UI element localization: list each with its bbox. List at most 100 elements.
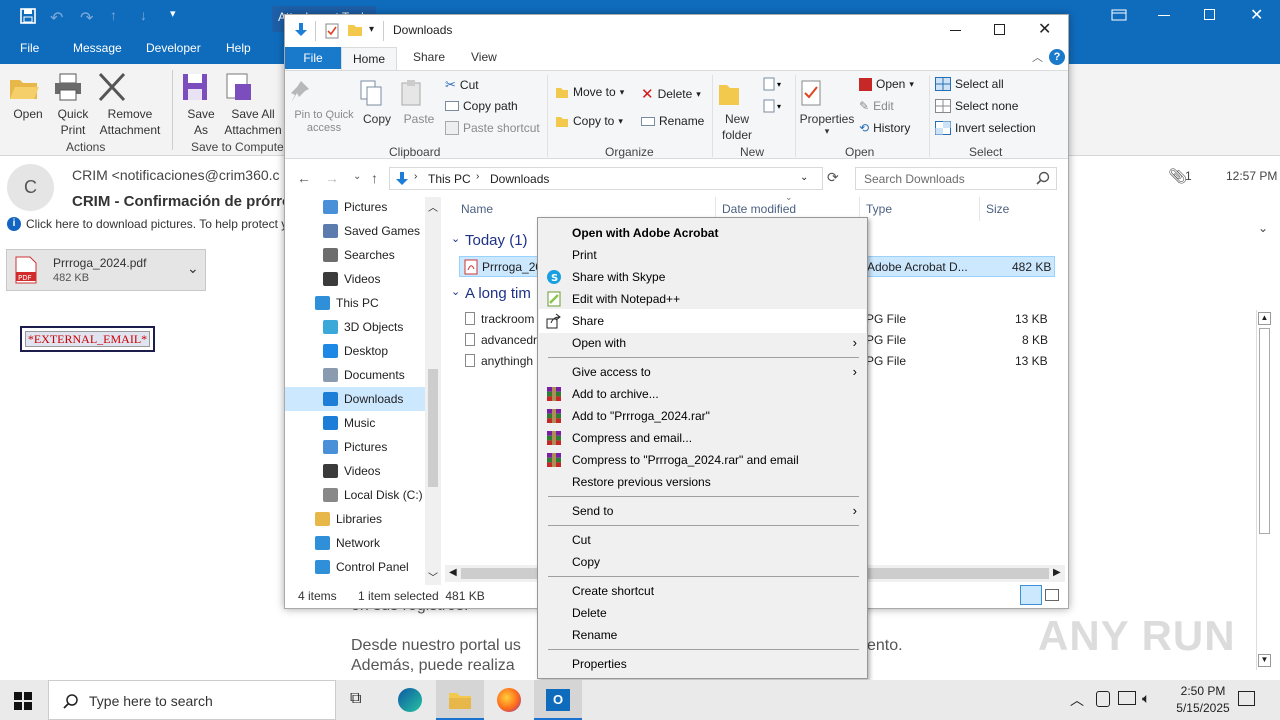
nav-item-videos[interactable]: Videos bbox=[285, 459, 425, 483]
menu-item-restore-previous-versions[interactable]: Restore previous versions bbox=[540, 471, 865, 493]
breadcrumb-downloads[interactable]: Downloads bbox=[490, 172, 549, 186]
network-icon[interactable] bbox=[1118, 691, 1136, 705]
open-button[interactable]: Open ▾ bbox=[859, 77, 914, 91]
scroll-down-icon[interactable]: ﹀ bbox=[428, 569, 438, 584]
redo-icon[interactable]: ↷ bbox=[80, 8, 93, 28]
notifications-icon[interactable] bbox=[1238, 691, 1255, 706]
column-header-size[interactable]: Size bbox=[986, 202, 1009, 216]
save-all-attachments-button[interactable]: Save All Attachmen bbox=[222, 72, 284, 138]
menu-item-share-with-skype[interactable]: S Share with Skype bbox=[540, 266, 865, 288]
cut-button[interactable]: ✂ Cut bbox=[445, 77, 479, 93]
menu-item-compress-to-prrroga-2024-rar-and-email[interactable]: Compress to "Prrroga_2024.rar" and email bbox=[540, 449, 865, 471]
menu-item-add-to-prrroga-2024-rar[interactable]: Add to "Prrroga_2024.rar" bbox=[540, 405, 865, 427]
address-dropdown-icon[interactable]: ⌄ bbox=[800, 172, 808, 183]
nav-item-this-pc[interactable]: This PC bbox=[285, 291, 425, 315]
minimize-icon[interactable] bbox=[1158, 15, 1170, 16]
select-none-button[interactable]: Select none bbox=[935, 99, 1018, 113]
delete-button[interactable]: ✕ Delete ▾ bbox=[641, 85, 701, 103]
tab-view[interactable]: View bbox=[471, 50, 497, 64]
menu-item-delete[interactable]: Delete bbox=[540, 602, 865, 624]
new-folder-qat-icon[interactable] bbox=[347, 23, 363, 37]
history-button[interactable]: ⟲ History bbox=[859, 121, 910, 135]
group-header-older[interactable]: A long tim bbox=[465, 285, 531, 302]
nav-item-libraries[interactable]: Libraries bbox=[285, 507, 425, 531]
new-item-icon[interactable]: ▾ bbox=[763, 77, 785, 91]
nav-item-local-disk-c[interactable]: Local Disk (C:) bbox=[285, 483, 425, 507]
scroll-up-icon[interactable]: ︿ bbox=[428, 199, 438, 214]
menu-item-properties[interactable]: Properties bbox=[540, 653, 865, 675]
menu-item-open-with[interactable]: Open with › bbox=[540, 332, 865, 354]
edge-icon[interactable] bbox=[398, 688, 422, 712]
scroll-left-icon[interactable]: ◀ bbox=[449, 567, 457, 578]
undo-icon[interactable]: ↶ bbox=[50, 8, 63, 28]
paste-shortcut-button[interactable]: Paste shortcut bbox=[445, 121, 540, 135]
new-folder-button[interactable]: New folder bbox=[717, 79, 757, 143]
group-chevron-icon[interactable]: ⌄ bbox=[451, 285, 460, 298]
copy-to-button[interactable]: Copy to ▾ bbox=[555, 114, 623, 128]
down-arrow-icon[interactable]: ↓ bbox=[140, 7, 147, 23]
open-attachment-button[interactable]: Open bbox=[8, 72, 48, 122]
menu-item-create-shortcut[interactable]: Create shortcut bbox=[540, 580, 865, 602]
tab-share[interactable]: Share bbox=[413, 50, 445, 64]
paste-button[interactable]: Paste bbox=[399, 79, 439, 127]
reading-scrollbar[interactable]: ▲ ▼ bbox=[1256, 310, 1272, 670]
nav-item-videos[interactable]: Videos bbox=[285, 267, 425, 291]
attachment-dropdown-icon[interactable]: ⌄ bbox=[187, 260, 199, 277]
address-bar[interactable]: › This PC › Downloads ⌄ bbox=[389, 167, 823, 190]
clock-date[interactable]: 5/15/2025 bbox=[1168, 701, 1238, 715]
scroll-up-icon[interactable]: ▲ bbox=[1258, 312, 1271, 325]
edit-button[interactable]: ✎ Edit bbox=[859, 99, 894, 113]
close-icon[interactable]: ✕ bbox=[1250, 5, 1263, 25]
search-box[interactable]: Search Downloads bbox=[855, 167, 1057, 190]
up-arrow-icon[interactable]: ↑ bbox=[371, 170, 378, 186]
nav-item-music[interactable]: Music bbox=[285, 411, 425, 435]
ribbon-display-icon[interactable] bbox=[1111, 7, 1127, 23]
save-as-button[interactable]: Save As bbox=[180, 72, 222, 138]
firefox-icon[interactable] bbox=[497, 688, 521, 712]
pin-quick-access-button[interactable]: Pin to Quick access bbox=[289, 79, 359, 135]
menu-item-edit-with-notepad[interactable]: Edit with Notepad++ bbox=[540, 288, 865, 310]
group-chevron-icon[interactable]: ⌄ bbox=[451, 232, 460, 245]
windows-start-icon[interactable] bbox=[14, 692, 32, 710]
nav-item-documents[interactable]: Documents bbox=[285, 363, 425, 387]
copy-button[interactable]: Copy bbox=[359, 79, 395, 127]
menu-item-give-access-to[interactable]: Give access to › bbox=[540, 361, 865, 383]
nav-item-pictures[interactable]: Pictures bbox=[285, 195, 425, 219]
sender[interactable]: CRIM <notificaciones@crim360.c bbox=[72, 167, 280, 183]
nav-scrollbar[interactable]: ︿ ﹀ bbox=[425, 197, 441, 585]
column-header-type[interactable]: Type bbox=[866, 202, 892, 216]
outlook-taskbar-button[interactable]: O bbox=[534, 680, 582, 720]
scroll-down-icon[interactable]: ▼ bbox=[1258, 654, 1271, 667]
menu-item-send-to[interactable]: Send to › bbox=[540, 500, 865, 522]
scroll-thumb[interactable] bbox=[1259, 328, 1270, 534]
nav-item-3d-objects[interactable]: 3D Objects bbox=[285, 315, 425, 339]
collapse-ribbon-icon[interactable]: ︿ bbox=[1032, 49, 1043, 65]
column-header-name[interactable]: Name bbox=[461, 202, 493, 216]
maximize-icon[interactable] bbox=[994, 24, 1005, 35]
quick-print-button[interactable]: Quick Print bbox=[52, 72, 94, 138]
tab-file[interactable]: File bbox=[20, 41, 39, 55]
help-icon[interactable]: ? bbox=[1049, 49, 1065, 65]
task-view-icon[interactable]: ⧉ bbox=[350, 690, 361, 708]
forward-arrow-icon[interactable]: → bbox=[325, 170, 339, 186]
remove-attachment-button[interactable]: Remove Attachment bbox=[96, 72, 164, 138]
chevron-up-icon[interactable]: ︿ bbox=[1070, 690, 1084, 710]
refresh-icon[interactable]: ⟳ bbox=[827, 169, 839, 186]
qat-dropdown-icon[interactable]: ▾ bbox=[369, 24, 374, 35]
details-view-icon[interactable] bbox=[1020, 585, 1042, 605]
menu-item-share[interactable]: Share bbox=[539, 309, 866, 333]
back-arrow-icon[interactable]: ← bbox=[297, 170, 311, 186]
copy-path-button[interactable]: Copy path bbox=[445, 99, 518, 113]
taskbar-search-box[interactable]: Type here to search bbox=[48, 680, 336, 720]
volume-icon[interactable]: 🔈︎ bbox=[1142, 690, 1150, 707]
security-icon[interactable] bbox=[1096, 691, 1110, 707]
tab-developer[interactable]: Developer bbox=[146, 41, 201, 55]
menu-item-cut[interactable]: Cut bbox=[540, 529, 865, 551]
tab-file[interactable]: File bbox=[285, 47, 341, 69]
menu-item-open-with-adobe-acrobat[interactable]: Open with Adobe Acrobat bbox=[540, 222, 865, 244]
easy-access-icon[interactable]: ▾ bbox=[763, 99, 785, 113]
breadcrumb-this-pc[interactable]: This PC bbox=[428, 172, 471, 186]
minimize-icon[interactable] bbox=[950, 30, 961, 31]
menu-item-copy[interactable]: Copy bbox=[540, 551, 865, 573]
restore-icon[interactable] bbox=[1204, 9, 1215, 20]
